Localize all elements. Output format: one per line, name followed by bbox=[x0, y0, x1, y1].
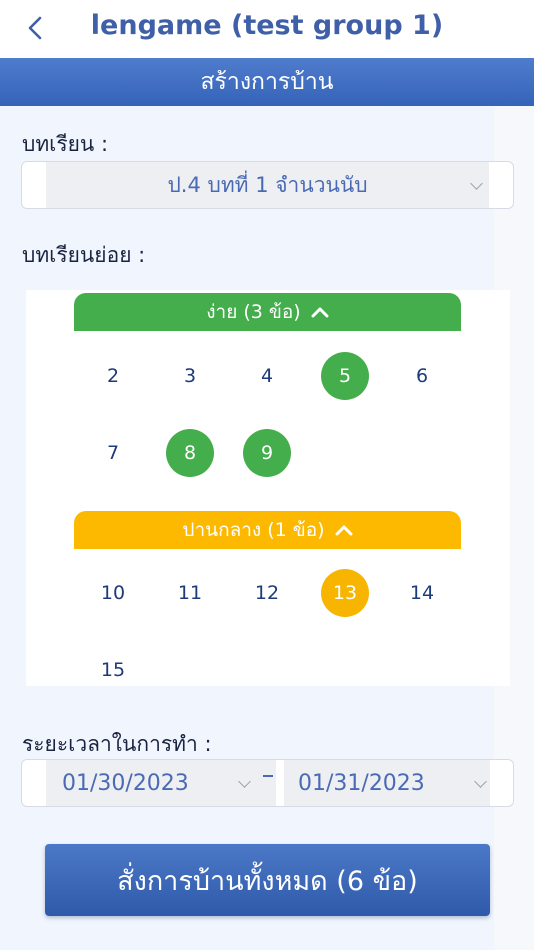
level-easy-header[interactable]: ง่าย (3 ข้อ) bbox=[74, 293, 461, 331]
sublesson-label: บทเรียนย่อย : bbox=[22, 243, 146, 267]
question-item-selected[interactable]: 13 bbox=[321, 569, 369, 617]
question-item[interactable]: 7 bbox=[89, 429, 137, 477]
start-date-value: 01/30/2023 bbox=[62, 770, 189, 796]
question-item[interactable]: 12 bbox=[243, 569, 291, 617]
lesson-select[interactable]: ป.4 บทที่ 1 จำนวนนับ bbox=[21, 161, 514, 209]
sublesson-panel: ง่าย (3 ข้อ) 2 3 4 5 6 7 8 9 ปานกลาง (1 … bbox=[26, 290, 510, 686]
level-medium-header[interactable]: ปานกลาง (1 ข้อ) bbox=[74, 511, 461, 549]
end-date-value: 01/31/2023 bbox=[298, 770, 425, 796]
question-item[interactable]: 4 bbox=[243, 352, 291, 400]
duration-label: ระยะเวลาในการทำ : bbox=[22, 732, 212, 756]
page-title: lengame (test group 1) bbox=[90, 10, 444, 41]
question-item-selected[interactable]: 5 bbox=[321, 352, 369, 400]
question-item[interactable]: 10 bbox=[89, 569, 137, 617]
question-item[interactable]: 14 bbox=[398, 569, 446, 617]
chevron-up-icon bbox=[335, 525, 353, 536]
question-item-selected[interactable]: 9 bbox=[243, 429, 291, 477]
duration-range: 01/30/2023 01/31/2023 bbox=[21, 759, 514, 807]
question-item[interactable]: 3 bbox=[166, 352, 214, 400]
level-medium-title: ปานกลาง (1 ข้อ) bbox=[182, 519, 325, 541]
section-title: สร้างการบ้าน bbox=[0, 58, 534, 106]
date-range-separator bbox=[263, 775, 273, 777]
lesson-label: บทเรียน : bbox=[22, 132, 109, 156]
lesson-select-value: ป.4 บทที่ 1 จำนวนนับ bbox=[167, 172, 368, 197]
chevron-up-icon bbox=[311, 307, 329, 318]
app-header: lengame (test group 1) bbox=[0, 0, 534, 58]
question-item[interactable]: 11 bbox=[166, 569, 214, 617]
question-item[interactable]: 15 bbox=[89, 646, 137, 694]
assign-homework-button[interactable]: สั่งการบ้านทั้งหมด (6 ข้อ) bbox=[45, 844, 490, 916]
level-easy-title: ง่าย (3 ข้อ) bbox=[206, 301, 301, 323]
question-item-selected[interactable]: 8 bbox=[166, 429, 214, 477]
question-item[interactable]: 2 bbox=[89, 352, 137, 400]
question-item[interactable]: 6 bbox=[398, 352, 446, 400]
